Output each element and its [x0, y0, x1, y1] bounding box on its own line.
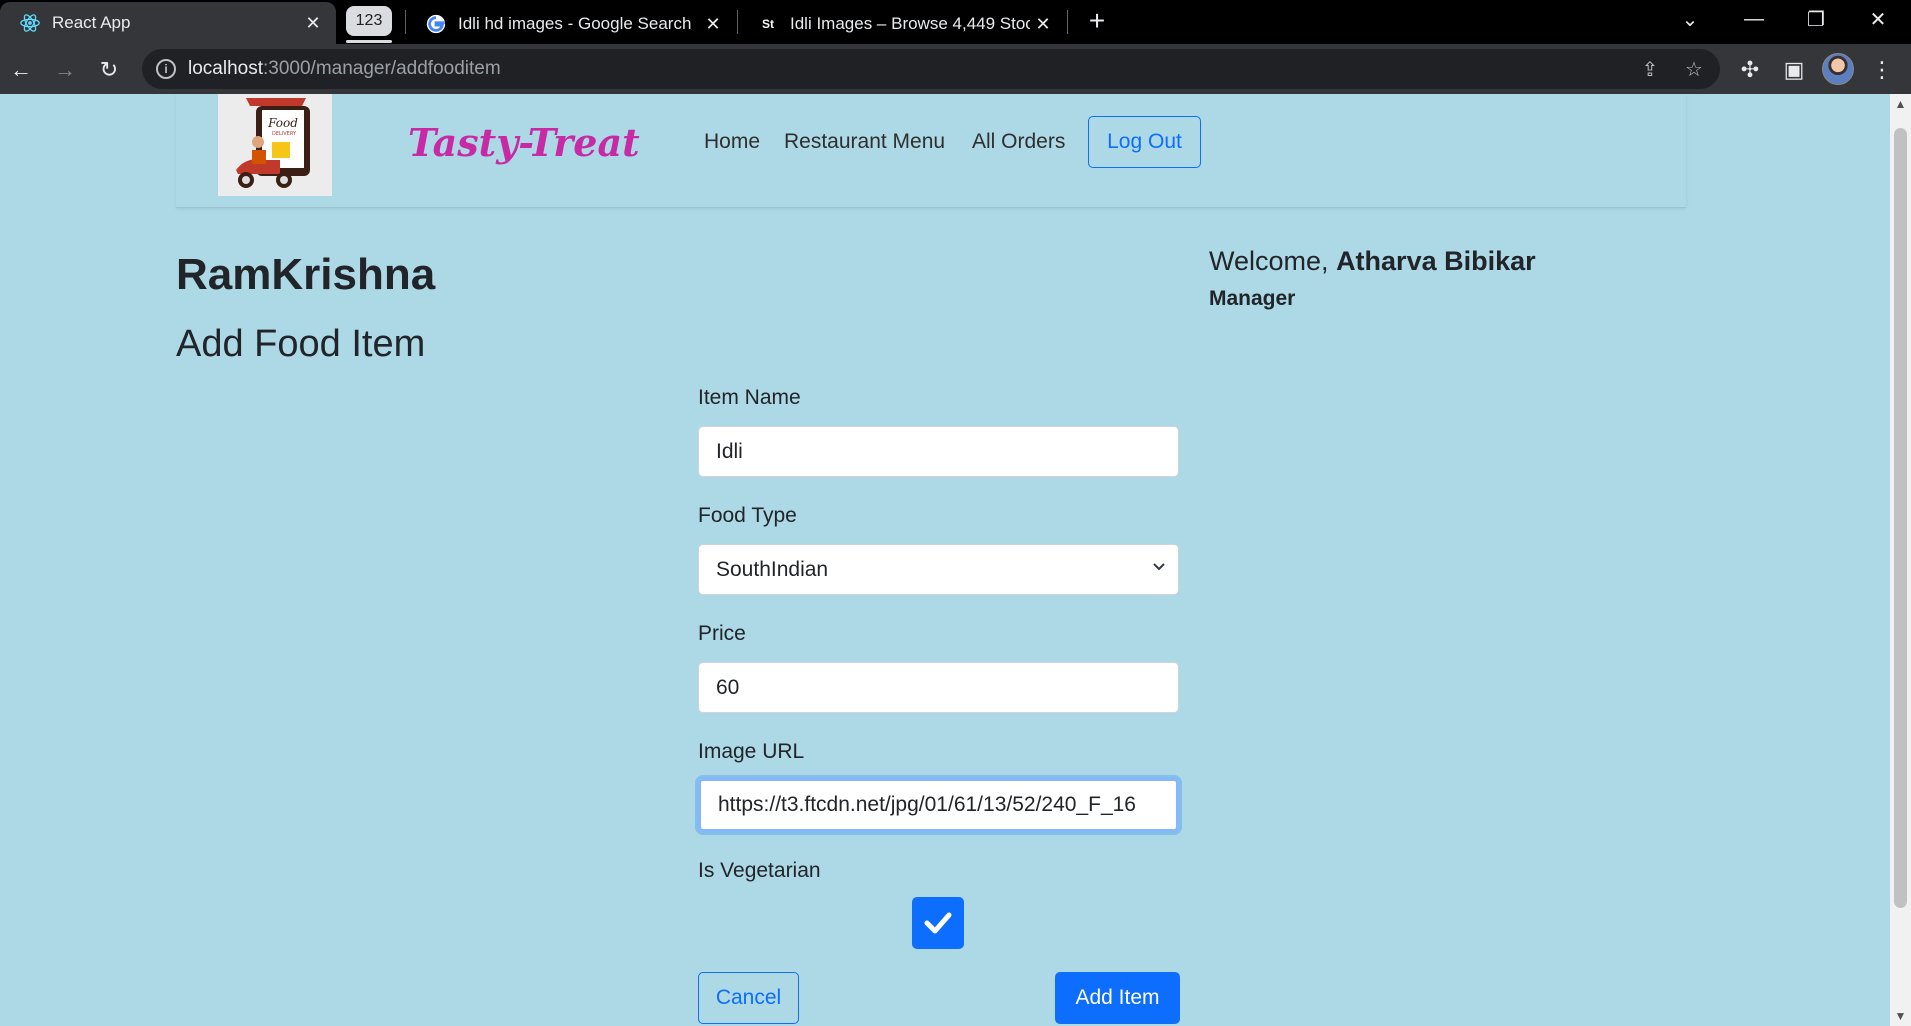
share-icon[interactable]: ⇪: [1634, 53, 1666, 85]
close-tab-icon[interactable]: ✕: [1030, 11, 1056, 37]
url-text[interactable]: localhost:3000/manager/addfooditem: [188, 58, 501, 80]
tab-search-icon[interactable]: ⌄: [1662, 0, 1718, 38]
page-scrollbar[interactable]: ▲ ▼: [1890, 94, 1911, 1026]
menu-kebab-icon[interactable]: ⋮: [1864, 52, 1900, 88]
minimize-icon[interactable]: —: [1726, 0, 1782, 38]
scroll-down-icon[interactable]: ▼: [1890, 1006, 1911, 1026]
browser-tab-strip: React App ✕ 123 Idli hd images - Google …: [0, 0, 1911, 44]
scroll-up-icon[interactable]: ▲: [1890, 94, 1911, 114]
react-icon: [18, 11, 42, 35]
scrollbar-thumb[interactable]: [1894, 128, 1907, 908]
tab-google-search[interactable]: Idli hd images - Google Search ✕: [406, 4, 736, 44]
food-delivery-logo[interactable]: Food DELIVERY: [218, 94, 332, 196]
food-type-value: SouthIndian: [716, 557, 829, 581]
tab-group-underline: [346, 40, 392, 43]
image-url-input[interactable]: https://t3.ftcdn.net/jpg/01/61/13/52/240…: [698, 778, 1179, 832]
tab-group-chip[interactable]: 123: [346, 6, 392, 36]
new-tab-icon[interactable]: +: [1080, 4, 1114, 38]
cancel-button[interactable]: Cancel: [698, 972, 799, 1024]
tab-react-app[interactable]: React App ✕: [0, 2, 336, 44]
restaurant-name: RamKrishna: [176, 250, 436, 299]
food-type-select[interactable]: SouthIndian: [698, 544, 1179, 595]
nav-link-restaurant-menu[interactable]: Restaurant Menu: [784, 130, 945, 154]
stock-icon: St: [762, 17, 774, 31]
close-tab-icon[interactable]: ✕: [300, 10, 326, 36]
is-vegetarian-checkbox[interactable]: [912, 897, 964, 949]
site-navbar: Food DELIVERY Tasty-Treat Home Restauran…: [176, 94, 1686, 208]
page-title: Add Food Item: [176, 323, 426, 365]
tab-stock-images[interactable]: St Idli Images – Browse 4,449 Stock ✕: [738, 4, 1066, 44]
reload-icon[interactable]: ↻: [91, 52, 127, 88]
close-window-icon[interactable]: ✕: [1850, 0, 1906, 38]
tab-separator: [1067, 10, 1068, 34]
price-input[interactable]: 60: [698, 662, 1179, 713]
browser-toolbar: ← → ↻ i localhost:3000/manager/addfoodit…: [0, 44, 1911, 94]
tab-title: React App: [52, 13, 131, 32]
back-icon[interactable]: ←: [3, 52, 39, 88]
extensions-icon[interactable]: ✣: [1732, 52, 1768, 88]
site-info-icon[interactable]: i: [156, 59, 176, 79]
item-name-label: Item Name: [698, 386, 801, 409]
tab-title: Idli Images – Browse 4,449 Stock: [790, 14, 1030, 33]
address-bar[interactable]: i localhost:3000/manager/addfooditem ⇪ ☆: [142, 49, 1720, 89]
chevron-down-icon: [1152, 560, 1166, 579]
logo-text: Food: [267, 116, 298, 130]
restore-icon[interactable]: ❐: [1788, 0, 1844, 38]
checkmark-icon: [924, 912, 952, 934]
is-vegetarian-label: Is Vegetarian: [698, 859, 821, 882]
tab-title: Idli hd images - Google Search: [458, 14, 692, 33]
price-label: Price: [698, 622, 746, 645]
brand-title[interactable]: Tasty-Treat: [408, 120, 640, 165]
welcome-message: Welcome, Atharva Bibikar: [1209, 246, 1536, 277]
nav-link-home[interactable]: Home: [704, 130, 760, 154]
welcome-prefix: Welcome,: [1209, 246, 1329, 276]
add-item-button[interactable]: Add Item: [1055, 972, 1180, 1024]
user-name: Atharva Bibikar: [1336, 246, 1536, 276]
forward-icon[interactable]: →: [47, 52, 83, 88]
logout-button[interactable]: Log Out: [1088, 116, 1201, 168]
user-role: Manager: [1209, 287, 1296, 310]
bookmark-star-icon[interactable]: ☆: [1678, 53, 1710, 85]
page-viewport: Food DELIVERY Tasty-Treat Home Restauran…: [0, 94, 1890, 1026]
close-tab-icon[interactable]: ✕: [700, 11, 726, 37]
item-name-input[interactable]: Idli: [698, 426, 1179, 477]
logo-subtext: DELIVERY: [272, 131, 297, 137]
image-url-label: Image URL: [698, 740, 805, 763]
profile-avatar[interactable]: [1822, 53, 1854, 85]
google-icon: [424, 12, 448, 36]
nav-link-all-orders[interactable]: All Orders: [972, 130, 1065, 154]
food-type-label: Food Type: [698, 504, 797, 527]
side-panel-icon[interactable]: ▣: [1776, 52, 1812, 88]
